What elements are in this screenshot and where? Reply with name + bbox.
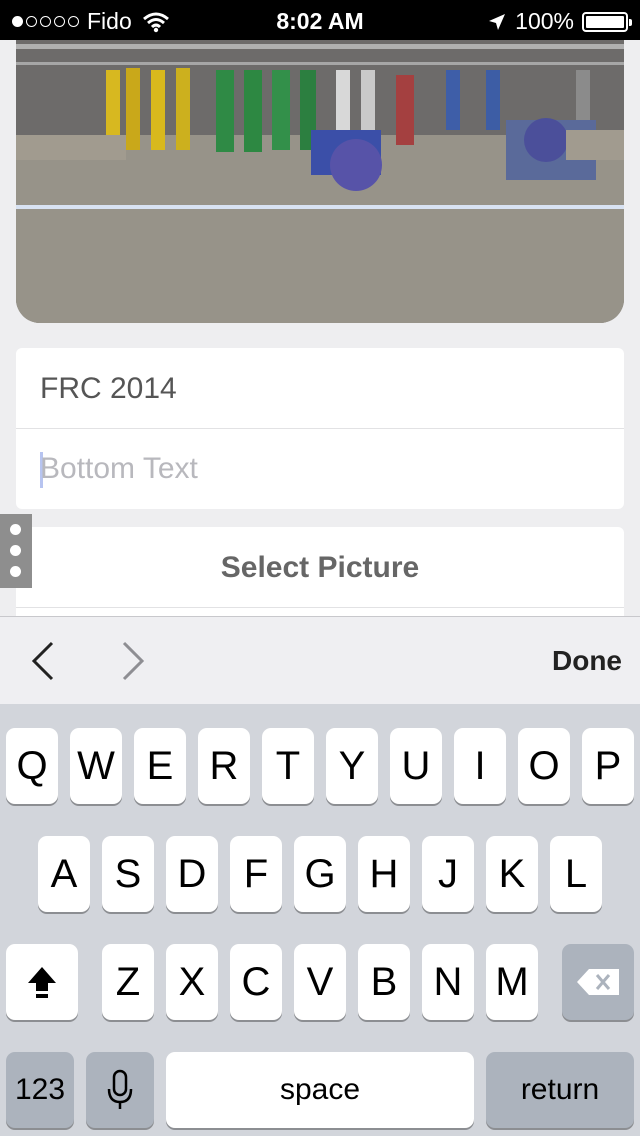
battery-percentage: 100% <box>515 8 574 34</box>
delete-icon <box>577 969 619 995</box>
key-r[interactable]: R <box>198 728 250 804</box>
key-f[interactable]: F <box>230 836 282 912</box>
key-h[interactable]: H <box>358 836 410 912</box>
microphone-icon <box>107 1069 133 1109</box>
key-x[interactable]: X <box>166 944 218 1020</box>
key-g[interactable]: G <box>294 836 346 912</box>
chevron-right-icon[interactable] <box>118 639 148 683</box>
space-key[interactable]: space <box>166 1052 474 1128</box>
keyboard-accessory-bar: Done <box>0 616 640 705</box>
key-z[interactable]: Z <box>102 944 154 1020</box>
key-b[interactable]: B <box>358 944 410 1020</box>
select-divider <box>16 607 624 608</box>
battery-icon <box>582 11 632 32</box>
shift-icon <box>28 967 56 998</box>
key-p[interactable]: P <box>582 728 634 804</box>
select-picture-button[interactable]: Select Picture <box>16 551 624 585</box>
key-e[interactable]: E <box>134 728 186 804</box>
numbers-key[interactable]: 123 <box>6 1052 74 1128</box>
key-n[interactable]: N <box>422 944 474 1020</box>
dictation-key[interactable] <box>86 1052 154 1128</box>
select-picture-card[interactable]: Select Picture <box>16 527 624 623</box>
side-menu-handle[interactable] <box>0 514 32 588</box>
key-q[interactable]: Q <box>6 728 58 804</box>
key-l[interactable]: L <box>550 836 602 912</box>
field-divider <box>16 428 624 429</box>
key-k[interactable]: K <box>486 836 538 912</box>
key-t[interactable]: T <box>262 728 314 804</box>
shift-key[interactable] <box>6 944 78 1020</box>
location-icon <box>489 13 506 30</box>
text-fields-card: FRC 2014 Bottom Text <box>16 348 624 509</box>
key-i[interactable]: I <box>454 728 506 804</box>
key-s[interactable]: S <box>102 836 154 912</box>
status-bar: Fido 8:02 AM 100% <box>0 0 640 40</box>
delete-key[interactable] <box>562 944 634 1020</box>
key-u[interactable]: U <box>390 728 442 804</box>
selected-photo-preview <box>16 40 624 323</box>
status-right: 100% <box>487 8 632 35</box>
chevron-left-icon[interactable] <box>28 639 58 683</box>
key-c[interactable]: C <box>230 944 282 1020</box>
key-d[interactable]: D <box>166 836 218 912</box>
key-w[interactable]: W <box>70 728 122 804</box>
return-key[interactable]: return <box>486 1052 634 1128</box>
key-o[interactable]: O <box>518 728 570 804</box>
top-text-field[interactable]: FRC 2014 <box>40 372 600 406</box>
bottom-text-field[interactable]: Bottom Text <box>40 452 600 486</box>
key-v[interactable]: V <box>294 944 346 1020</box>
keyboard: Q W E R T Y U I O P A S D F G H J K L Z … <box>0 704 640 1136</box>
key-m[interactable]: M <box>486 944 538 1020</box>
key-a[interactable]: A <box>38 836 90 912</box>
key-j[interactable]: J <box>422 836 474 912</box>
done-button[interactable]: Done <box>552 645 622 677</box>
key-y[interactable]: Y <box>326 728 378 804</box>
